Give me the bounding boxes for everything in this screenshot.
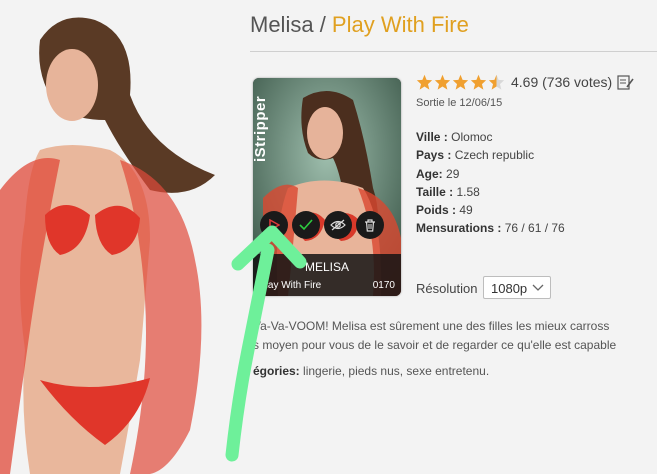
star-icon	[416, 74, 433, 90]
description-line: Va-Va-VOOM! Melisa est sûrement une des …	[253, 319, 610, 333]
star-icon	[434, 74, 451, 90]
resolution-value: 1080p	[491, 281, 528, 296]
owned-button[interactable]	[292, 211, 320, 239]
scene-title: Play With Fire	[331, 12, 469, 37]
trash-icon	[365, 218, 375, 232]
info-measurements: Mensurations : 76 / 61 / 76	[416, 221, 565, 236]
scene-description: Va-Va-VOOM! Melisa est sûrement une des …	[253, 317, 657, 355]
resolution-label: Résolution	[416, 281, 478, 296]
card-scene-name: Play With Fire	[259, 280, 322, 291]
card-number: 0170	[372, 280, 395, 291]
chevron-down-icon	[532, 284, 544, 291]
model-photo	[0, 0, 248, 474]
play-button[interactable]	[260, 211, 288, 239]
star-rating[interactable]	[416, 74, 505, 90]
delete-button[interactable]	[356, 211, 384, 239]
star-icon	[452, 74, 469, 90]
categories-value: lingerie, pieds nus, sexe entretenu.	[303, 364, 490, 378]
title-divider	[250, 51, 657, 52]
rating-row: 4.69 (736 votes)	[416, 74, 634, 90]
model-info: Ville : Olomoc Pays : Czech republic Age…	[416, 128, 565, 238]
hide-button[interactable]	[324, 211, 352, 239]
description-line: s moyen pour vous de le savoir et de reg…	[253, 338, 617, 352]
brand-label: iStripper	[253, 95, 269, 162]
play-icon	[269, 219, 280, 231]
card-actions	[260, 211, 384, 239]
categories: égories: lingerie, pieds nus, sexe entre…	[253, 364, 489, 378]
rating-score: 4.69 (736 votes)	[511, 74, 613, 90]
resolution-select[interactable]: 1080p	[483, 276, 551, 299]
page-title: Melisa / Play With Fire	[250, 12, 469, 38]
release-date: Sortie le 12/06/15	[416, 97, 503, 109]
scene-card[interactable]: iStripper MELISA Play With Fire 0170	[253, 78, 401, 296]
categories-label: égories:	[253, 364, 300, 378]
card-model-name: MELISA	[305, 260, 350, 274]
info-height: Taille : 1.58	[416, 184, 480, 199]
info-weight: Poids : 49	[416, 203, 473, 218]
info-city: Ville : Olomoc	[416, 130, 493, 144]
review-icon[interactable]	[617, 74, 634, 90]
title-separator: /	[313, 12, 332, 37]
hide-icon	[330, 219, 346, 231]
info-age: Age: 29	[416, 166, 460, 181]
card-caption: MELISA Play With Fire 0170	[253, 254, 401, 296]
star-icon	[470, 74, 487, 90]
half-star-icon	[488, 74, 505, 90]
info-country: Pays : Czech republic	[416, 148, 535, 163]
check-icon	[299, 219, 313, 231]
model-name: Melisa	[250, 12, 314, 37]
